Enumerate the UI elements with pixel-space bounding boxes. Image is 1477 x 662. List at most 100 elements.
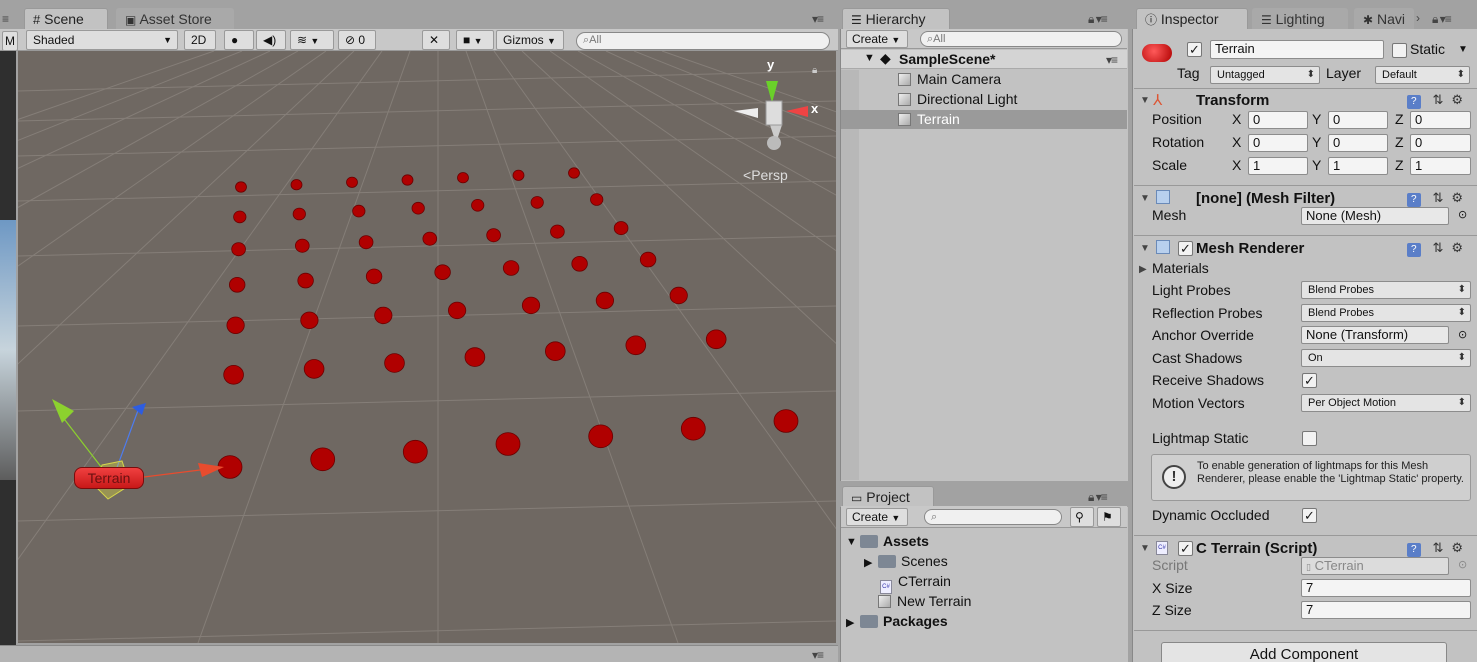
mesh-renderer-fold-arrow[interactable]: ▼ xyxy=(1140,243,1150,254)
terrain-sphere[interactable] xyxy=(486,228,501,243)
terrain-sphere[interactable] xyxy=(639,251,657,268)
terrain-sphere[interactable] xyxy=(521,296,541,315)
terrain-sphere[interactable] xyxy=(568,167,580,179)
gizmos-dropdown[interactable]: Gizmos ▼ xyxy=(496,30,564,50)
transform-z-input[interactable]: 0 xyxy=(1410,111,1471,129)
terrain-sphere[interactable] xyxy=(502,260,520,276)
gear-icon[interactable]: ⚙ xyxy=(1451,540,1471,555)
terrain-sphere[interactable] xyxy=(226,316,245,335)
axis-x-label[interactable]: X xyxy=(1232,111,1241,127)
terrain-sphere[interactable] xyxy=(401,174,414,186)
transform-y-input[interactable]: 0 xyxy=(1328,134,1388,152)
terrain-sphere[interactable] xyxy=(571,256,588,272)
terrain-sphere[interactable] xyxy=(300,311,319,330)
tab-project[interactable]: ▭ Project xyxy=(842,486,934,507)
terrain-sphere[interactable] xyxy=(303,359,325,379)
transform-fold-arrow[interactable]: ▼ xyxy=(1140,95,1150,106)
left-menu-icon[interactable]: ≡ xyxy=(2,12,9,26)
effects-dropdown[interactable]: ≋ ▼ xyxy=(290,30,334,50)
preset-icon[interactable]: ⇅ xyxy=(1432,540,1451,555)
inspector-lock-icon[interactable]: 🔒︎ ▾≡ xyxy=(1432,12,1452,27)
packages-fold-arrow[interactable]: ▶ xyxy=(846,616,854,629)
tab-asset-store[interactable]: ▣ Asset Store xyxy=(116,8,234,29)
anchor-override-field[interactable]: None (Transform) xyxy=(1301,326,1449,344)
gear-icon[interactable]: ⚙ xyxy=(1451,92,1471,107)
tab-navigation[interactable]: ✱ Navi xyxy=(1354,8,1414,29)
project-item-new-terrain[interactable]: New Terrain xyxy=(878,593,971,609)
terrain-sphere[interactable] xyxy=(346,176,358,188)
terrain-sphere[interactable] xyxy=(495,432,521,456)
preset-icon[interactable]: ⇅ xyxy=(1432,190,1451,205)
add-component-button[interactable]: Add Component xyxy=(1161,642,1447,662)
object-name-input[interactable]: Terrain xyxy=(1210,40,1384,59)
left-edge-button[interactable]: M xyxy=(2,31,18,51)
z-size-input[interactable]: 7 xyxy=(1301,601,1471,619)
terrain-sphere[interactable] xyxy=(464,347,486,367)
terrain-sphere[interactable] xyxy=(233,210,247,224)
y-axis-handle[interactable] xyxy=(52,399,74,423)
scenes-fold-arrow[interactable]: ▶ xyxy=(864,556,872,569)
transform-z-input[interactable]: 0 xyxy=(1410,134,1471,152)
terrain-sphere[interactable] xyxy=(434,264,451,281)
terrain-sphere[interactable] xyxy=(530,196,544,209)
filter-by-type-button[interactable]: ⚲ xyxy=(1070,507,1094,527)
terrain-sphere[interactable] xyxy=(294,238,310,253)
gear-icon[interactable]: ⚙ xyxy=(1451,190,1471,205)
tab-hierarchy[interactable]: ☰ Hierarchy xyxy=(842,8,950,29)
project-search-input[interactable]: ⌕ xyxy=(924,509,1062,525)
terrain-sphere[interactable] xyxy=(669,286,688,305)
terrain-sphere[interactable] xyxy=(773,409,799,433)
tools-button[interactable]: ✕ xyxy=(422,30,450,50)
object-picker-icon[interactable]: ⊙ xyxy=(1458,208,1467,221)
project-item-packages[interactable]: Packages xyxy=(860,613,948,629)
script-fold-arrow[interactable]: ▼ xyxy=(1140,543,1150,554)
filter-by-label-button[interactable]: ⚑ xyxy=(1097,507,1121,527)
preset-icon[interactable]: ⇅ xyxy=(1432,240,1451,255)
axis-y-label[interactable]: Y xyxy=(1312,134,1321,150)
lock-icon[interactable]: 🔒︎ xyxy=(812,65,817,76)
persp-label[interactable]: <Persp xyxy=(743,167,788,183)
terrain-sphere[interactable] xyxy=(590,193,604,206)
tab-lighting[interactable]: ☰ Lighting xyxy=(1252,8,1348,29)
help-icon[interactable]: ? xyxy=(1406,193,1421,207)
project-item-cterrain[interactable]: C# CTerrain xyxy=(880,573,951,594)
static-checkbox[interactable] xyxy=(1392,43,1407,58)
script-enabled-checkbox[interactable]: ✓ xyxy=(1178,541,1193,556)
help-icon[interactable]: ? xyxy=(1406,243,1421,257)
hidden-objects-toggle[interactable]: ⊘ 0 xyxy=(338,30,376,50)
mesh-filter-fold-arrow[interactable]: ▼ xyxy=(1140,193,1150,204)
scene-viewport[interactable]: y x 🔒︎ <Persp Terrain xyxy=(18,51,836,643)
mode-2d-button[interactable]: 2D xyxy=(184,30,216,50)
terrain-sphere[interactable] xyxy=(235,181,247,193)
terrain-sphere[interactable] xyxy=(358,235,374,250)
project-create-button[interactable]: Create ▼ xyxy=(846,508,908,526)
terrain-sphere[interactable] xyxy=(228,277,246,293)
gear-icon[interactable]: ⚙ xyxy=(1451,240,1471,255)
cast-shadows-dropdown[interactable]: On xyxy=(1301,349,1471,367)
project-lock-icon[interactable]: 🔒︎ ▾≡ xyxy=(1088,490,1108,505)
z-axis-handle[interactable] xyxy=(132,403,146,415)
mesh-renderer-enabled-checkbox[interactable]: ✓ xyxy=(1178,241,1193,256)
shading-dropdown[interactable]: Shaded ▼ xyxy=(26,30,178,50)
terrain-sphere[interactable] xyxy=(384,353,405,373)
transform-x-input[interactable]: 0 xyxy=(1248,134,1308,152)
terrain-sphere[interactable] xyxy=(402,439,428,464)
transform-x-input[interactable]: 1 xyxy=(1248,157,1308,175)
hierarchy-lock-icon[interactable]: 🔒︎ ▾≡ xyxy=(1088,12,1108,27)
assets-fold-arrow[interactable]: ▼ xyxy=(846,536,857,548)
terrain-sphere[interactable] xyxy=(625,335,647,356)
receive-shadows-checkbox[interactable]: ✓ xyxy=(1302,373,1317,388)
object-picker-icon[interactable]: ⊙ xyxy=(1458,328,1467,341)
terrain-sphere[interactable] xyxy=(471,199,485,212)
static-dropdown-arrow[interactable]: ▼ xyxy=(1458,44,1468,55)
terrain-sphere[interactable] xyxy=(352,204,366,218)
scene-search-input[interactable]: ⌕All xyxy=(576,32,830,50)
tag-dropdown[interactable]: Untagged xyxy=(1210,66,1320,84)
terrain-sphere[interactable] xyxy=(310,447,336,472)
terrain-sphere[interactable] xyxy=(374,306,393,325)
transform-x-input[interactable]: 0 xyxy=(1248,111,1308,129)
transform-z-input[interactable]: 1 xyxy=(1410,157,1471,175)
terrain-sphere[interactable] xyxy=(292,207,306,221)
materials-label[interactable]: Materials xyxy=(1152,260,1209,276)
preset-icon[interactable]: ⇅ xyxy=(1432,92,1451,107)
